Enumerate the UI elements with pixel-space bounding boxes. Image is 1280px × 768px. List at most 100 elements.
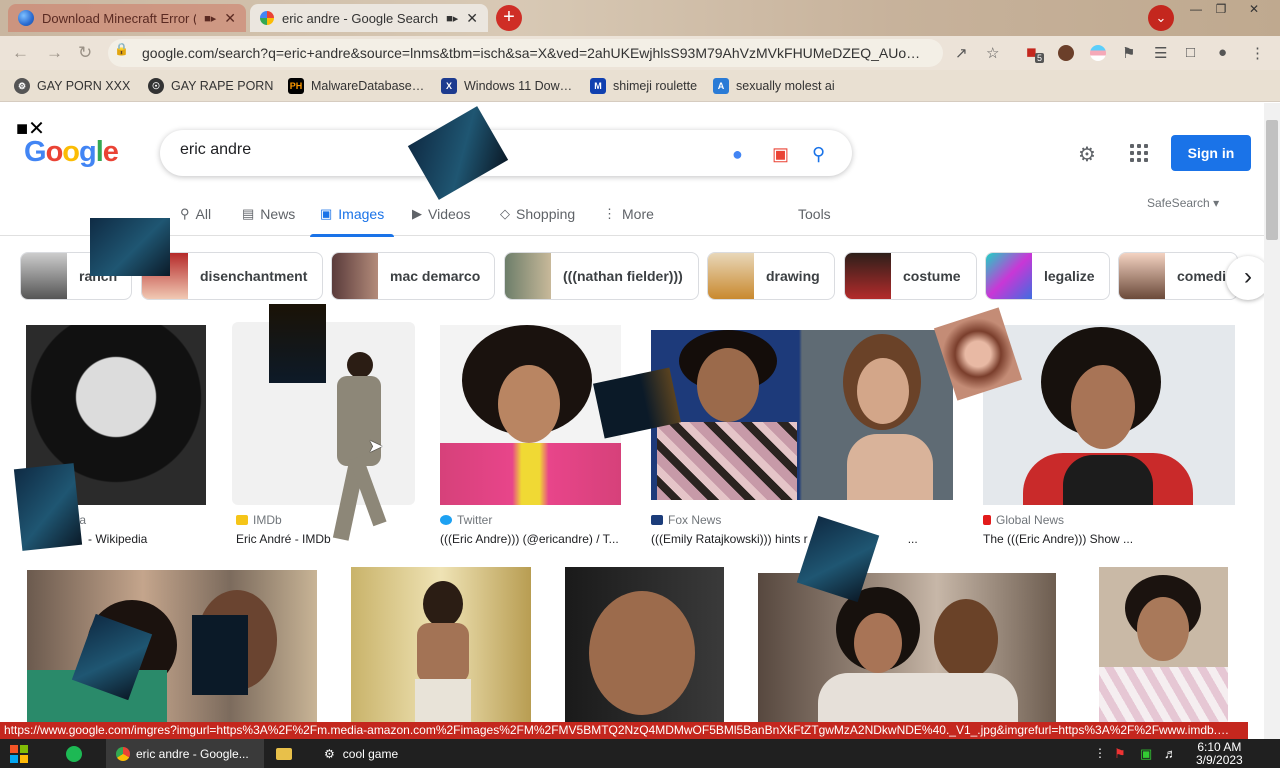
image-result[interactable]: Fox News (((Emily Ratajkowski))) hints r… bbox=[651, 330, 953, 546]
close-icon[interactable]: ✕ bbox=[466, 10, 478, 27]
overflow-icon[interactable]: ⋮ bbox=[1094, 746, 1106, 760]
side-panel-icon[interactable]: □ bbox=[1186, 44, 1195, 61]
tab-news[interactable]: ▤ News bbox=[242, 206, 295, 222]
taskbar-cool-game[interactable]: ⚙ cool game bbox=[316, 739, 436, 768]
safesearch-dropdown[interactable]: SafeSearch ▾ bbox=[1147, 196, 1219, 210]
apps-grid-icon[interactable] bbox=[1130, 144, 1148, 162]
status-url-bar: https://www.google.com/imgres?imgurl=htt… bbox=[0, 722, 1248, 739]
google-favicon-icon bbox=[260, 11, 274, 25]
bookmark-item[interactable]: ⚙ GAY PORN XXX bbox=[14, 78, 130, 94]
tab-google-search[interactable]: eric andre - Google Search ■▸ ✕ bbox=[250, 4, 488, 32]
image-result[interactable]: Global News The (((Eric Andre))) Show ..… bbox=[983, 325, 1235, 546]
tab-videos[interactable]: ▶ Videos bbox=[412, 206, 471, 222]
bookmark-item[interactable]: PH MalwareDatabase… bbox=[288, 78, 424, 94]
avatar[interactable] bbox=[1058, 45, 1074, 61]
bookmark-item[interactable]: M shimeji roulette bbox=[590, 78, 697, 94]
puzzle-icon[interactable]: ⚑ bbox=[1122, 44, 1135, 62]
taskbar-chrome[interactable]: eric andre - Google... bbox=[106, 739, 264, 768]
folder-icon[interactable] bbox=[276, 739, 302, 768]
lock-icon[interactable]: 🔒 bbox=[114, 42, 129, 56]
fox-news-icon bbox=[651, 515, 663, 525]
tab-label: News bbox=[260, 206, 296, 222]
image-result[interactable] bbox=[1099, 567, 1228, 722]
chip-costume[interactable]: costume bbox=[844, 252, 977, 300]
tab-label: Images bbox=[338, 206, 385, 222]
url-text: google.com/search?q=eric+andre&source=ln… bbox=[142, 45, 921, 61]
tab-more[interactable]: ⋮ More bbox=[603, 206, 654, 222]
result-title[interactable]: Eric André - IMDb bbox=[236, 532, 331, 546]
safesearch-label: SafeSearch bbox=[1147, 196, 1210, 210]
chevron-down-icon[interactable]: ⌄ bbox=[1148, 5, 1174, 31]
system-clock[interactable]: 6:10 AM 3/9/2023 bbox=[1196, 741, 1243, 767]
tab-minecraft[interactable]: Download Minecraft Error ( ■▸ ✕ bbox=[8, 4, 246, 32]
speaker-icon[interactable]: ■▸ bbox=[204, 12, 216, 25]
taskbar-label: cool game bbox=[342, 746, 399, 761]
minimize-icon[interactable]: — bbox=[1185, 2, 1207, 16]
image-result[interactable]: Twitter (((Eric Andre))) (@ericandre) / … bbox=[440, 325, 621, 546]
chip-nathan-fielder[interactable]: (((nathan fielder))) bbox=[504, 252, 699, 300]
star-icon[interactable]: ☆ bbox=[986, 44, 999, 62]
result-source[interactable]: Twitter bbox=[440, 513, 492, 527]
source-label: Fox News bbox=[668, 513, 722, 527]
bookmark-label: MalwareDatabase… bbox=[311, 79, 425, 93]
window-close-icon[interactable]: ✕ bbox=[1243, 2, 1265, 16]
floating-image-fragment bbox=[269, 304, 326, 383]
start-button[interactable] bbox=[10, 739, 44, 768]
back-icon[interactable]: ← bbox=[12, 43, 29, 63]
reload-icon[interactable]: ↻ bbox=[78, 43, 92, 63]
flag-extension-icon[interactable] bbox=[1090, 45, 1106, 61]
address-bar[interactable]: google.com/search?q=eric+andre&source=ln… bbox=[108, 39, 943, 67]
tab-shopping[interactable]: ◇ Shopping bbox=[500, 206, 575, 222]
restore-icon[interactable]: ❐ bbox=[1210, 2, 1232, 16]
bookmark-item[interactable]: A sexually molest ai bbox=[713, 78, 835, 94]
google-logo[interactable]: Google bbox=[24, 136, 119, 169]
bookmark-item[interactable]: ☉ GAY RAPE PORN bbox=[148, 78, 273, 94]
title-suffix: ... bbox=[907, 532, 918, 546]
camera-icon[interactable]: ▣ bbox=[772, 144, 789, 165]
close-icon[interactable]: ✕ bbox=[224, 10, 236, 27]
new-tab-button[interactable]: + bbox=[496, 5, 522, 31]
forward-icon[interactable]: → bbox=[46, 43, 63, 63]
chip-comedia[interactable]: comedia bbox=[1118, 252, 1238, 300]
image-result[interactable] bbox=[351, 567, 531, 722]
chip-legalize[interactable]: legalize bbox=[985, 252, 1110, 300]
chip-mac-demarco[interactable]: mac demarco bbox=[331, 252, 495, 300]
reading-list-icon[interactable]: ☰ bbox=[1154, 44, 1167, 62]
settings-gear-icon[interactable]: ⚙ bbox=[1078, 142, 1096, 167]
profile-icon[interactable]: ● bbox=[1218, 44, 1227, 61]
spotify-icon[interactable] bbox=[66, 739, 98, 768]
logo-letter: o bbox=[45, 136, 64, 168]
network-icon[interactable]: ▣ bbox=[1140, 746, 1152, 762]
search-icon[interactable]: ⚲ bbox=[812, 144, 825, 165]
chip-drawing[interactable]: drawing bbox=[707, 252, 835, 300]
tab-all[interactable]: ⚲ All bbox=[180, 206, 211, 222]
tab-label: Shopping bbox=[516, 206, 576, 222]
source-label: IMDb bbox=[253, 513, 282, 527]
result-source[interactable]: IMDb bbox=[236, 513, 282, 527]
tab-images[interactable]: ▣ Images bbox=[309, 206, 395, 237]
scrollbar-thumb[interactable] bbox=[1266, 120, 1278, 240]
microphone-icon[interactable]: ● bbox=[732, 144, 743, 165]
image-result[interactable] bbox=[27, 570, 317, 722]
share-icon[interactable]: ↗ bbox=[955, 44, 968, 62]
kebab-menu-icon[interactable]: ⋮ bbox=[1250, 44, 1265, 62]
image-result[interactable] bbox=[565, 567, 724, 722]
sign-in-button[interactable]: Sign in bbox=[1171, 135, 1251, 171]
bookmark-item[interactable]: X Windows 11 Dow… bbox=[441, 78, 572, 94]
result-source[interactable]: Fox News bbox=[651, 513, 721, 527]
image-result[interactable] bbox=[758, 573, 1056, 722]
result-title[interactable]: - Wikipedia bbox=[88, 532, 147, 546]
logo-letter: o bbox=[62, 136, 80, 168]
result-title[interactable]: (((Eric Andre))) (@ericandre) / T... bbox=[440, 532, 619, 546]
logo-letter: G bbox=[24, 136, 47, 168]
chip-thumbnail bbox=[505, 253, 551, 299]
speaker-icon[interactable]: ■▸ bbox=[446, 12, 458, 25]
result-title[interactable]: The (((Eric Andre))) Show ... bbox=[983, 532, 1133, 546]
volume-icon[interactable]: ♬ bbox=[1164, 746, 1177, 761]
chip-label: costume bbox=[903, 268, 961, 284]
flag-icon[interactable]: ⚑ bbox=[1114, 746, 1126, 762]
global-news-icon bbox=[983, 515, 991, 525]
source-label: Twitter bbox=[457, 513, 493, 527]
tools-button[interactable]: Tools bbox=[798, 206, 831, 222]
result-source[interactable]: Global News bbox=[983, 513, 1064, 527]
